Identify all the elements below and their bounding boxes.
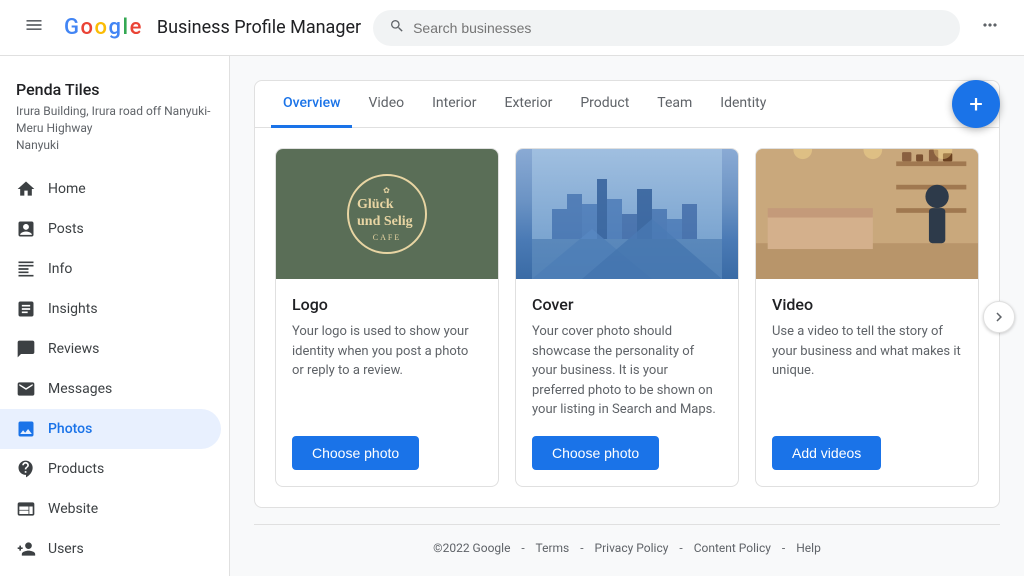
app-header: Google Business Profile Manager <box>0 0 1024 56</box>
video-card-desc: Use a video to tell the story of your bu… <box>772 322 962 420</box>
logo-name-2: CAFE <box>373 233 401 242</box>
main-content: Overview Video Interior Exterior Product… <box>230 56 1024 576</box>
logo-card: ✿ Glück und Selig CAFE Logo Your logo is… <box>275 148 499 487</box>
footer-content-policy[interactable]: Content Policy <box>694 541 771 555</box>
sidebar-item-insights[interactable]: Insights <box>0 289 221 329</box>
sidebar-item-website[interactable]: Website <box>0 489 221 529</box>
tab-video[interactable]: Video <box>356 81 416 128</box>
app-title: Business Profile Manager <box>157 17 361 38</box>
sidebar-nav: Home Posts Info Insights <box>0 169 229 569</box>
tab-identity[interactable]: Identity <box>708 81 778 128</box>
add-videos-button[interactable]: Add videos <box>772 436 881 470</box>
video-card-content: Video Use a video to tell the story of y… <box>756 279 978 486</box>
search-input[interactable] <box>413 20 944 36</box>
business-name: Penda Tiles <box>16 80 213 99</box>
footer-terms[interactable]: Terms <box>536 541 570 555</box>
search-icon <box>389 18 405 38</box>
posts-icon <box>16 219 36 239</box>
sidebar-item-users[interactable]: Users <box>0 529 221 569</box>
photos-panel: Overview Video Interior Exterior Product… <box>254 80 1000 508</box>
footer-help[interactable]: Help <box>796 541 821 555</box>
sidebar-footer: Create an ad <box>0 569 229 576</box>
business-info: Penda Tiles Irura Building, Irura road o… <box>0 72 229 169</box>
sidebar-item-messages[interactable]: Messages <box>0 369 221 409</box>
cover-card: Cover Your cover photo should showcase t… <box>515 148 739 487</box>
cover-card-content: Cover Your cover photo should showcase t… <box>516 279 738 486</box>
nav-label-home: Home <box>48 181 86 197</box>
cover-card-title: Cover <box>532 295 722 314</box>
menu-icon[interactable] <box>16 7 52 48</box>
video-card: Video Use a video to tell the story of y… <box>755 148 979 487</box>
sidebar-item-products[interactable]: Products <box>0 449 221 489</box>
cover-image <box>516 149 738 279</box>
logo-circle: ✿ Glück und Selig CAFE <box>347 174 427 254</box>
cover-card-desc: Your cover photo should showcase the per… <box>532 322 722 420</box>
google-logo: Google <box>64 15 141 40</box>
nav-label-users: Users <box>48 541 84 557</box>
logo-card-title: Logo <box>292 295 482 314</box>
tab-team[interactable]: Team <box>645 81 704 128</box>
nav-label-posts: Posts <box>48 221 84 237</box>
sidebar-item-reviews[interactable]: Reviews <box>0 329 221 369</box>
choose-photo-logo-button[interactable]: Choose photo <box>292 436 419 470</box>
carousel-next-button[interactable] <box>983 301 1015 333</box>
choose-photo-cover-button[interactable]: Choose photo <box>532 436 659 470</box>
nav-label-products: Products <box>48 461 104 477</box>
logo-card-desc: Your logo is used to show your identity … <box>292 322 482 420</box>
logo-image: ✿ Glück und Selig CAFE <box>276 149 498 279</box>
tab-overview[interactable]: Overview <box>271 81 352 128</box>
page-footer: ©2022 Google - Terms - Privacy Policy - … <box>254 524 1000 571</box>
nav-label-reviews: Reviews <box>48 341 99 357</box>
sidebar-item-home[interactable]: Home <box>0 169 221 209</box>
info-icon <box>16 259 36 279</box>
users-icon <box>16 539 36 559</box>
logo-card-content: Logo Your logo is used to show your iden… <box>276 279 498 486</box>
nav-label-info: Info <box>48 261 72 277</box>
app-layout: Penda Tiles Irura Building, Irura road o… <box>0 56 1024 576</box>
messages-icon <box>16 379 36 399</box>
home-icon <box>16 179 36 199</box>
logo-name-1: Glück und Selig <box>357 197 417 231</box>
video-card-title: Video <box>772 295 962 314</box>
footer-privacy[interactable]: Privacy Policy <box>595 541 669 555</box>
nav-label-insights: Insights <box>48 301 98 317</box>
tabs-bar: Overview Video Interior Exterior Product… <box>255 81 999 128</box>
reviews-icon <box>16 339 36 359</box>
sidebar-item-posts[interactable]: Posts <box>0 209 221 249</box>
business-address: Irura Building, Irura road off Nanyuki-M… <box>16 103 213 153</box>
tab-product[interactable]: Product <box>568 81 641 128</box>
search-bar <box>373 10 960 46</box>
logo-tagline: ✿ <box>383 186 391 195</box>
apps-icon[interactable] <box>972 7 1008 48</box>
products-icon <box>16 459 36 479</box>
video-image <box>756 149 978 279</box>
tab-interior[interactable]: Interior <box>420 81 488 128</box>
photos-icon <box>16 419 36 439</box>
add-fab[interactable]: + <box>952 80 1000 128</box>
nav-label-photos: Photos <box>48 421 92 437</box>
copyright: ©2022 Google <box>433 541 510 555</box>
insights-icon <box>16 299 36 319</box>
nav-label-website: Website <box>48 501 98 517</box>
sidebar-item-info[interactable]: Info <box>0 249 221 289</box>
website-icon <box>16 499 36 519</box>
sidebar: Penda Tiles Irura Building, Irura road o… <box>0 56 230 576</box>
sidebar-item-photos[interactable]: Photos <box>0 409 221 449</box>
tab-exterior[interactable]: Exterior <box>493 81 565 128</box>
add-icon: + <box>969 90 983 118</box>
nav-label-messages: Messages <box>48 381 112 397</box>
cards-wrapper: ✿ Glück und Selig CAFE Logo Your logo is… <box>255 128 999 507</box>
